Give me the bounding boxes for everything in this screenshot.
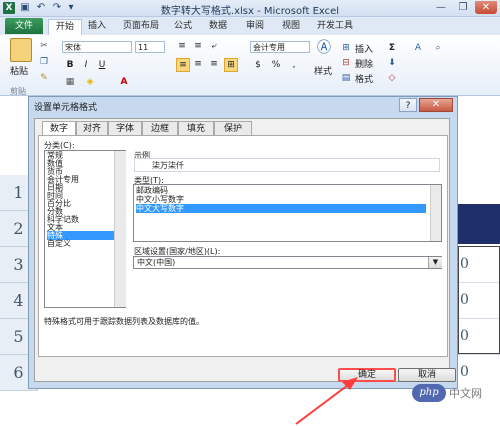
- tab-alignment[interactable]: 对齐: [76, 121, 108, 135]
- help-button[interactable]: ?: [399, 98, 417, 112]
- align-middle-icon[interactable]: ≡: [192, 40, 204, 52]
- percent-button[interactable]: %: [270, 59, 282, 71]
- sort-filter-button[interactable]: A: [412, 42, 424, 54]
- comma-button[interactable]: ,: [288, 59, 300, 71]
- dialog-close-button[interactable]: ✕: [419, 98, 453, 112]
- delete-icon: ⊟: [342, 58, 350, 68]
- font-size-combo[interactable]: 11: [135, 41, 165, 53]
- window-title: 数字转大写格式.xlsx - Microsoft Excel: [160, 6, 340, 17]
- align-right-icon[interactable]: ≡: [208, 58, 220, 70]
- bold-button[interactable]: B: [64, 59, 76, 71]
- align-top-icon[interactable]: ≡: [176, 40, 188, 52]
- wrap-text-icon[interactable]: ⤶: [208, 40, 220, 52]
- number-format-combo[interactable]: 会计专用: [250, 41, 310, 53]
- tab-insert[interactable]: 插入: [82, 19, 112, 34]
- tab-fill[interactable]: 填充: [178, 121, 214, 135]
- window-close-icon[interactable]: ✕: [475, 1, 497, 14]
- format-description: 特殊格式可用于跟踪数据列表及数据库的值。: [44, 317, 204, 326]
- cell-value: 0: [460, 328, 469, 344]
- tab-number[interactable]: 数字: [42, 121, 76, 136]
- font-color-button[interactable]: A: [118, 76, 130, 88]
- cancel-button[interactable]: 取消: [398, 368, 456, 382]
- category-scrollbar[interactable]: [114, 151, 126, 307]
- format-painter-icon[interactable]: ✎: [38, 72, 50, 84]
- italic-button[interactable]: I: [80, 59, 92, 71]
- minimize-icon[interactable]: —: [430, 1, 452, 14]
- fill-color-icon[interactable]: ◈: [84, 76, 96, 88]
- type-list[interactable]: 邮政编码 中文小写数字 中文大写数字: [133, 184, 442, 242]
- delete-cells-button[interactable]: 删除: [355, 57, 373, 70]
- underline-button[interactable]: U: [96, 59, 108, 71]
- tab-page-layout[interactable]: 页面布局: [116, 19, 166, 34]
- tab-review[interactable]: 审阅: [240, 19, 270, 34]
- tab-view[interactable]: 视图: [276, 19, 306, 34]
- format-icon: ▤: [341, 73, 351, 83]
- cell-value: 0: [460, 364, 469, 380]
- clear-icon[interactable]: ◇: [386, 72, 398, 84]
- font-name-combo[interactable]: 宋体: [62, 41, 132, 53]
- type-scrollbar[interactable]: [430, 185, 441, 241]
- category-item[interactable]: 自定义: [47, 239, 115, 248]
- align-center-icon[interactable]: ≡: [192, 58, 204, 70]
- paste-icon[interactable]: [10, 38, 32, 62]
- copy-icon[interactable]: ❐: [38, 56, 50, 68]
- merge-center-icon[interactable]: ⊞: [224, 58, 238, 72]
- border-icon[interactable]: ▦: [64, 76, 76, 88]
- php-logo: php: [412, 384, 446, 402]
- find-select-icon[interactable]: ⌕: [432, 42, 444, 54]
- watermark: php 中文网: [412, 384, 496, 402]
- styles-icon[interactable]: Ⓐ: [316, 41, 332, 60]
- tab-developer[interactable]: 开发工具: [310, 19, 360, 34]
- type-item[interactable]: 中文小写数字: [136, 195, 426, 204]
- autosum-button[interactable]: Σ: [386, 42, 398, 54]
- format-cells-button[interactable]: 格式: [355, 72, 373, 85]
- sample-value: 柒万柒仟: [152, 161, 184, 170]
- type-item[interactable]: 邮政编码: [136, 186, 426, 195]
- ok-button[interactable]: 确定: [338, 368, 396, 382]
- dark-header-cell[interactable]: [458, 204, 500, 244]
- styles-button-label[interactable]: 样式: [314, 64, 332, 77]
- paste-button-label[interactable]: 粘贴: [10, 64, 28, 77]
- locale-select[interactable]: 中文(中国): [133, 256, 442, 269]
- dialog-title: 设置单元格格式: [34, 103, 98, 113]
- cell-value: 0: [460, 292, 469, 308]
- chevron-down-icon[interactable]: ▼: [428, 257, 442, 268]
- tab-home[interactable]: 开始: [48, 19, 82, 35]
- insert-cells-button[interactable]: 插入: [355, 42, 373, 55]
- fill-icon[interactable]: ⬇: [386, 57, 398, 69]
- cut-icon[interactable]: ✂: [38, 40, 50, 52]
- tab-formulas[interactable]: 公式: [168, 19, 198, 34]
- align-left-icon[interactable]: ≡: [176, 58, 190, 72]
- maximize-icon[interactable]: ❐: [452, 1, 474, 14]
- tab-border[interactable]: 边框: [142, 121, 178, 135]
- currency-button[interactable]: $: [252, 59, 264, 71]
- tab-file[interactable]: 文件: [5, 18, 43, 34]
- tab-protection[interactable]: 保护: [214, 121, 252, 135]
- tab-font[interactable]: 字体: [108, 121, 142, 135]
- tab-data[interactable]: 数据: [203, 19, 233, 34]
- type-item-selected[interactable]: 中文大写数字: [136, 204, 426, 213]
- cell-value: 0: [460, 256, 469, 272]
- insert-icon: ⊞: [342, 43, 350, 53]
- watermark-text: 中文网: [449, 387, 482, 400]
